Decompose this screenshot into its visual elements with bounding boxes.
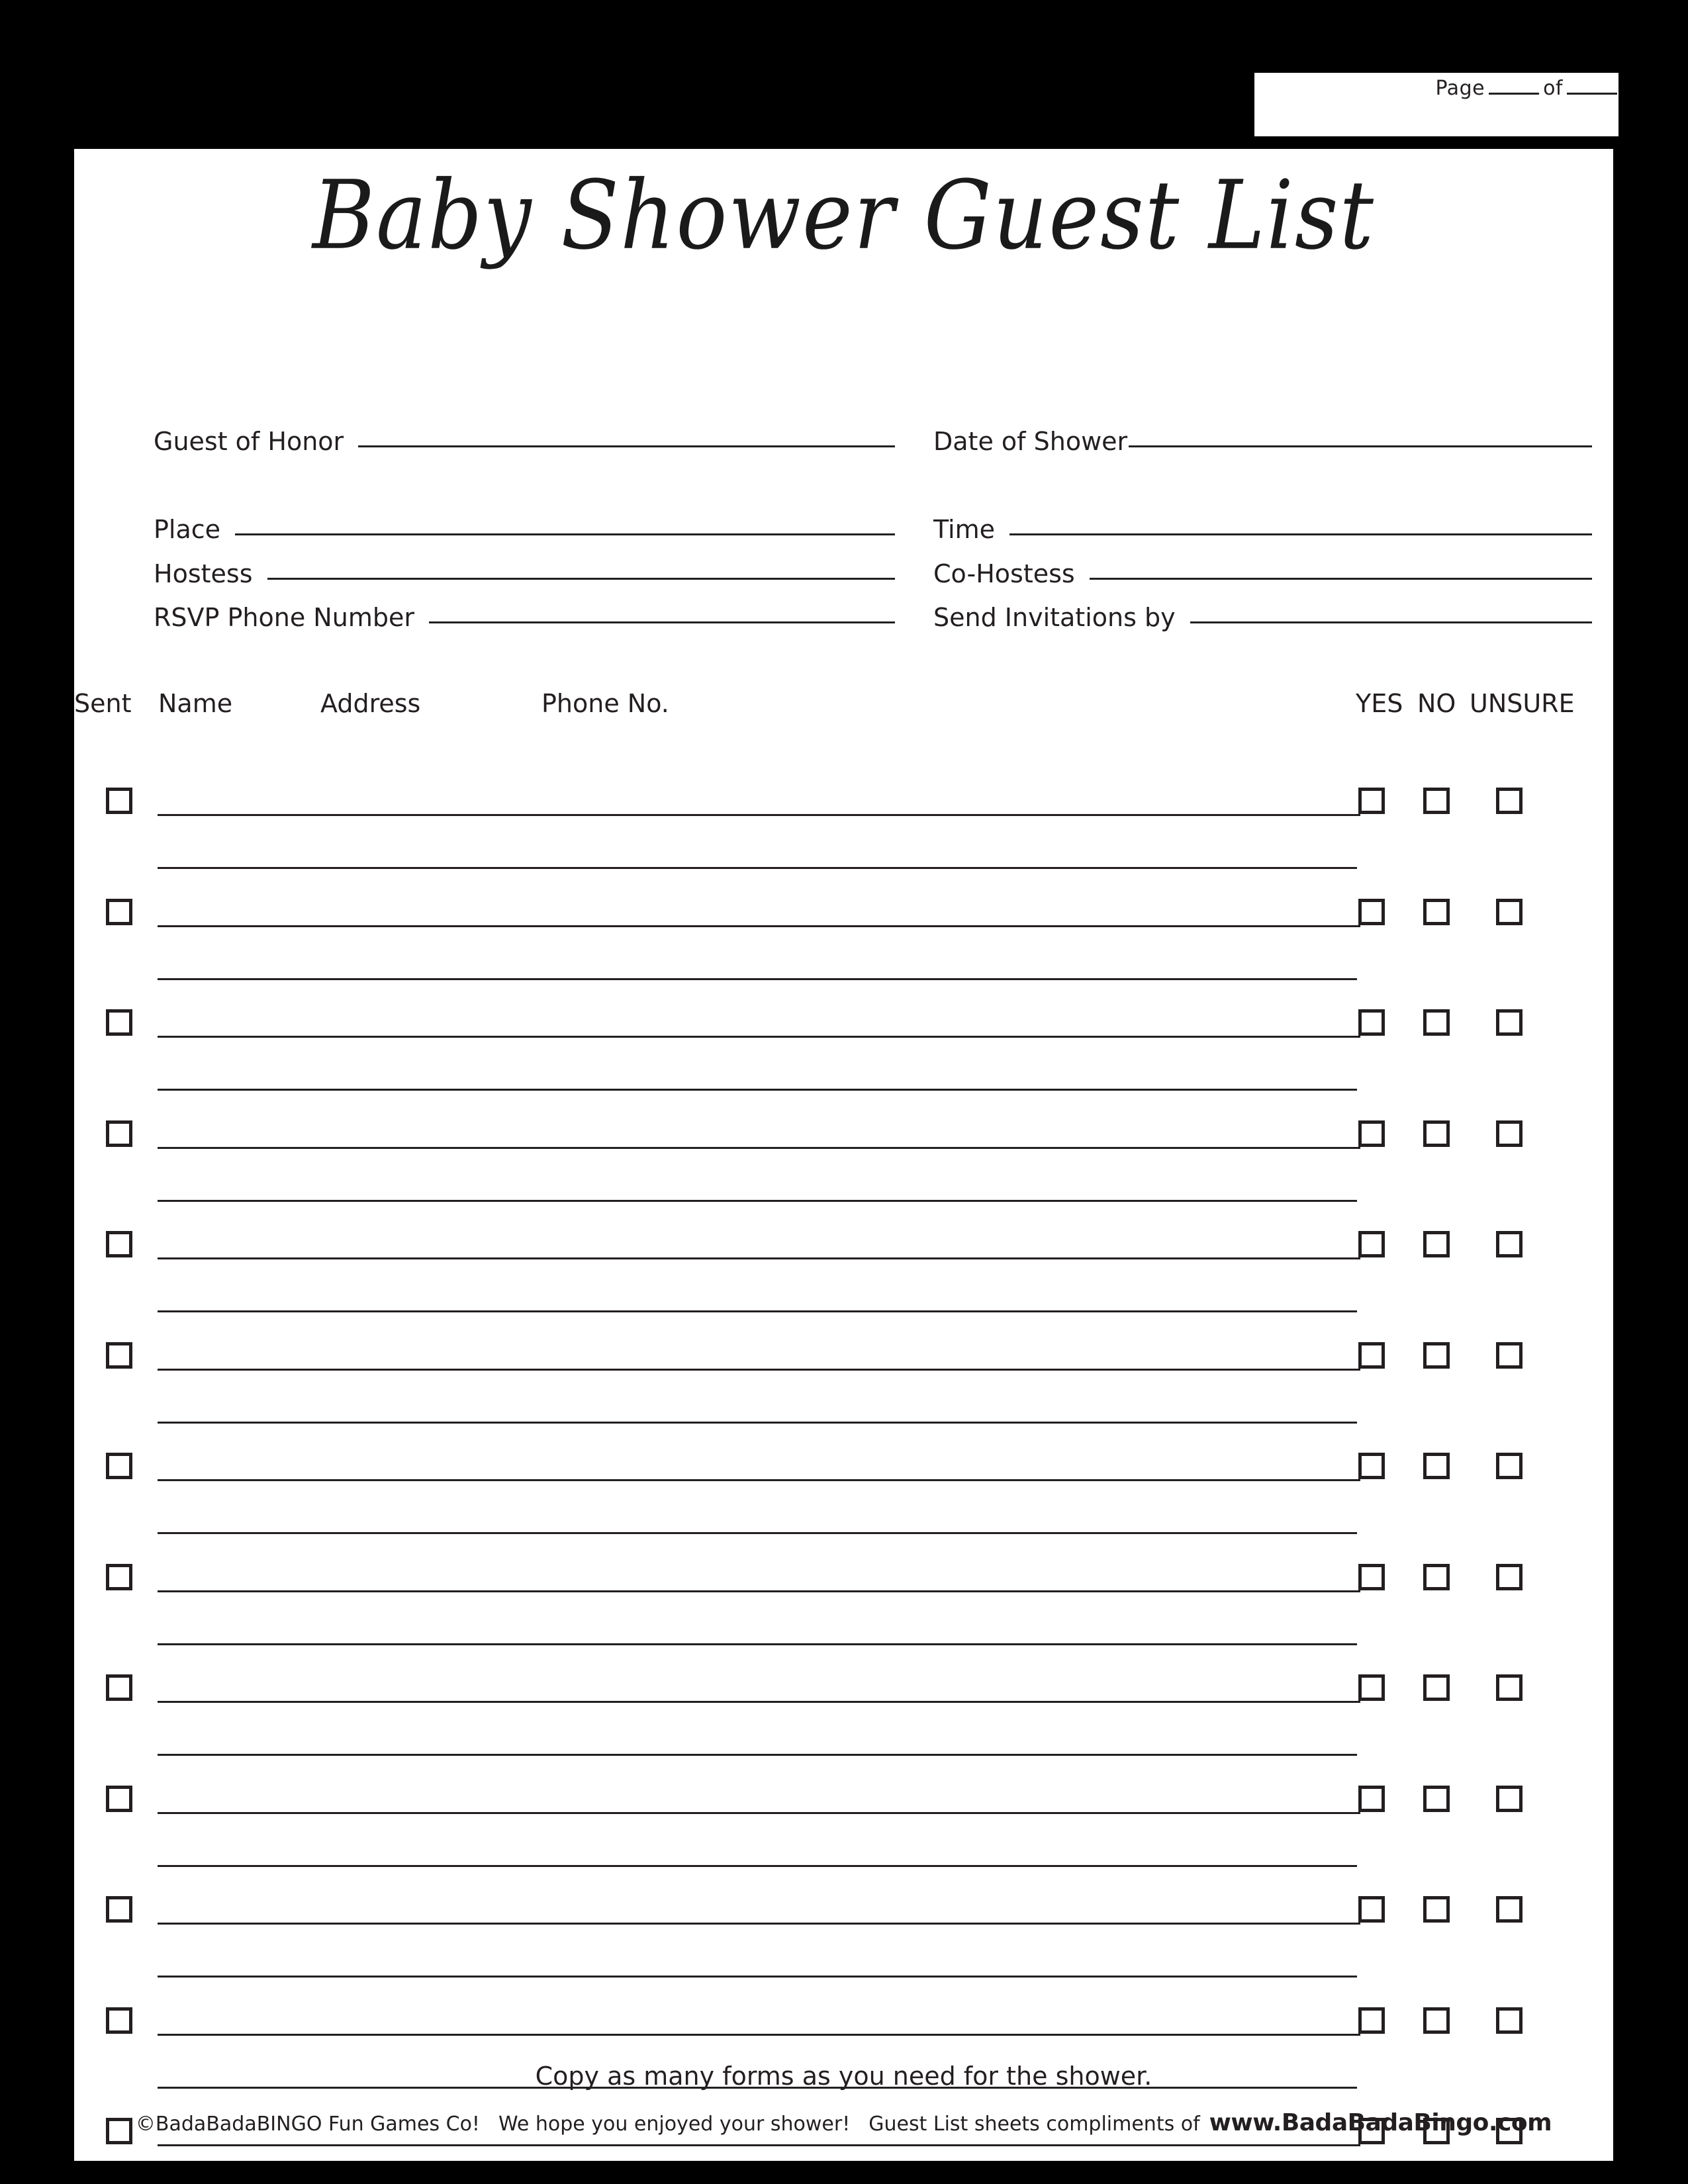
checkbox-sent[interactable] <box>106 1120 132 1147</box>
of-label: of <box>1543 77 1563 100</box>
checkbox-yes[interactable] <box>1358 1009 1385 1036</box>
guest-entry-line-secondary[interactable] <box>158 1532 1357 1534</box>
checkbox-sent[interactable] <box>106 1009 132 1036</box>
checkbox-no[interactable] <box>1423 1342 1450 1369</box>
checkbox-no[interactable] <box>1423 1009 1450 1036</box>
guest-entry-line-secondary[interactable] <box>158 1976 1357 1978</box>
page-number-slip: Page of <box>1254 73 1618 136</box>
checkbox-sent[interactable] <box>106 788 132 814</box>
checkbox-unsure[interactable] <box>1496 2007 1523 2034</box>
checkbox-no[interactable] <box>1423 1896 1450 1923</box>
checkbox-unsure[interactable] <box>1496 1120 1523 1147</box>
guest-entry-line-secondary[interactable] <box>158 1421 1357 1424</box>
guest-entry-line-secondary[interactable] <box>158 1864 1357 1867</box>
checkbox-no[interactable] <box>1423 1453 1450 1479</box>
checkbox-unsure[interactable] <box>1496 1785 1523 1812</box>
table-row <box>74 780 1613 891</box>
checkbox-sent[interactable] <box>106 2007 132 2034</box>
checkbox-yes[interactable] <box>1358 1674 1385 1701</box>
guest-entry-line[interactable] <box>158 814 1360 816</box>
page-label: Page <box>1435 77 1485 100</box>
checkbox-no[interactable] <box>1423 788 1450 814</box>
table-row <box>74 1888 1613 1999</box>
checkbox-no[interactable] <box>1423 1231 1450 1257</box>
checkbox-unsure[interactable] <box>1496 1231 1523 1257</box>
checkbox-unsure[interactable] <box>1496 1674 1523 1701</box>
table-row <box>74 1778 1613 1889</box>
checkbox-unsure[interactable] <box>1496 1342 1523 1369</box>
checkbox-yes[interactable] <box>1358 1342 1385 1369</box>
footer-credit: ©BadaBadaBINGO Fun Games Co! We hope you … <box>74 2109 1613 2136</box>
page-number-text: Page of <box>1254 77 1618 100</box>
guest-entry-line-secondary[interactable] <box>158 867 1357 869</box>
checkbox-sent[interactable] <box>106 1453 132 1479</box>
guest-entry-line[interactable] <box>158 2144 1360 2146</box>
checkbox-yes[interactable] <box>1358 1231 1385 1257</box>
checkbox-yes[interactable] <box>1358 1563 1385 1590</box>
checkbox-yes[interactable] <box>1358 1785 1385 1812</box>
table-row <box>74 891 1613 1002</box>
guest-entry-line[interactable] <box>158 925 1360 927</box>
guest-entry-line[interactable] <box>158 1368 1360 1371</box>
checkbox-yes[interactable] <box>1358 1453 1385 1479</box>
checkbox-sent[interactable] <box>106 1896 132 1923</box>
table-row <box>74 1001 1613 1113</box>
checkbox-no[interactable] <box>1423 1563 1450 1590</box>
guest-entry-line[interactable] <box>158 1257 1360 1259</box>
checkbox-unsure[interactable] <box>1496 1563 1523 1590</box>
footer-credit-suffix: Guest List sheets compliments of <box>868 2113 1200 2136</box>
checkbox-sent[interactable] <box>106 898 132 925</box>
checkbox-yes[interactable] <box>1358 1120 1385 1147</box>
page-total-blank[interactable] <box>1567 93 1617 95</box>
guest-entry-line[interactable] <box>158 1146 1360 1149</box>
checkbox-no[interactable] <box>1423 1674 1450 1701</box>
guest-entry-line-secondary[interactable] <box>158 1643 1357 1645</box>
guest-entry-line[interactable] <box>158 1479 1360 1481</box>
footer-credit-prefix: ©BadaBadaBINGO Fun Games Co! <box>135 2113 480 2136</box>
checkbox-unsure[interactable] <box>1496 898 1523 925</box>
guest-entry-line-secondary[interactable] <box>158 1199 1357 1202</box>
table-row <box>74 1334 1613 1445</box>
table-row <box>74 1556 1613 1667</box>
page-number-blank[interactable] <box>1489 93 1540 95</box>
checkbox-no[interactable] <box>1423 898 1450 925</box>
table-row <box>74 1666 1613 1778</box>
guest-entry-line-secondary[interactable] <box>158 1310 1357 1312</box>
table-row <box>74 1445 1613 1556</box>
checkbox-unsure[interactable] <box>1496 1896 1523 1923</box>
guest-entry-line[interactable] <box>158 1923 1360 1925</box>
guest-entry-line-secondary[interactable] <box>158 1089 1357 1091</box>
guest-rows <box>74 149 1613 2161</box>
checkbox-no[interactable] <box>1423 1785 1450 1812</box>
checkbox-sent[interactable] <box>106 1342 132 1369</box>
checkbox-no[interactable] <box>1423 1120 1450 1147</box>
checkbox-sent[interactable] <box>106 1231 132 1257</box>
footer-credit-middle: We hope you enjoyed your shower! <box>498 2113 851 2136</box>
guest-entry-line[interactable] <box>158 2033 1360 2036</box>
table-row <box>74 1113 1613 1224</box>
checkbox-unsure[interactable] <box>1496 788 1523 814</box>
guest-entry-line[interactable] <box>158 1811 1360 1814</box>
checkbox-yes[interactable] <box>1358 1896 1385 1923</box>
guest-entry-line-secondary[interactable] <box>158 1754 1357 1756</box>
checkbox-yes[interactable] <box>1358 788 1385 814</box>
guest-entry-line[interactable] <box>158 1701 1360 1703</box>
footer-copy-note: Copy as many forms as you need for the s… <box>535 2062 1152 2091</box>
guest-entry-line-secondary[interactable] <box>158 978 1357 980</box>
checkbox-yes[interactable] <box>1358 2007 1385 2034</box>
footer-website-link[interactable]: www.BadaBadaBingo.com <box>1209 2109 1552 2136</box>
checkbox-sent[interactable] <box>106 1785 132 1812</box>
checkbox-sent[interactable] <box>106 1674 132 1701</box>
checkbox-yes[interactable] <box>1358 898 1385 925</box>
checkbox-sent[interactable] <box>106 1563 132 1590</box>
checkbox-unsure[interactable] <box>1496 1453 1523 1479</box>
guest-list-sheet: Baby Shower Guest List Guest of Honor Pl… <box>74 149 1613 2161</box>
guest-entry-line[interactable] <box>158 1590 1360 1592</box>
guest-entry-line[interactable] <box>158 1036 1360 1038</box>
table-row <box>74 1223 1613 1334</box>
table-row <box>74 1999 1613 2111</box>
checkbox-no[interactable] <box>1423 2007 1450 2034</box>
checkbox-unsure[interactable] <box>1496 1009 1523 1036</box>
